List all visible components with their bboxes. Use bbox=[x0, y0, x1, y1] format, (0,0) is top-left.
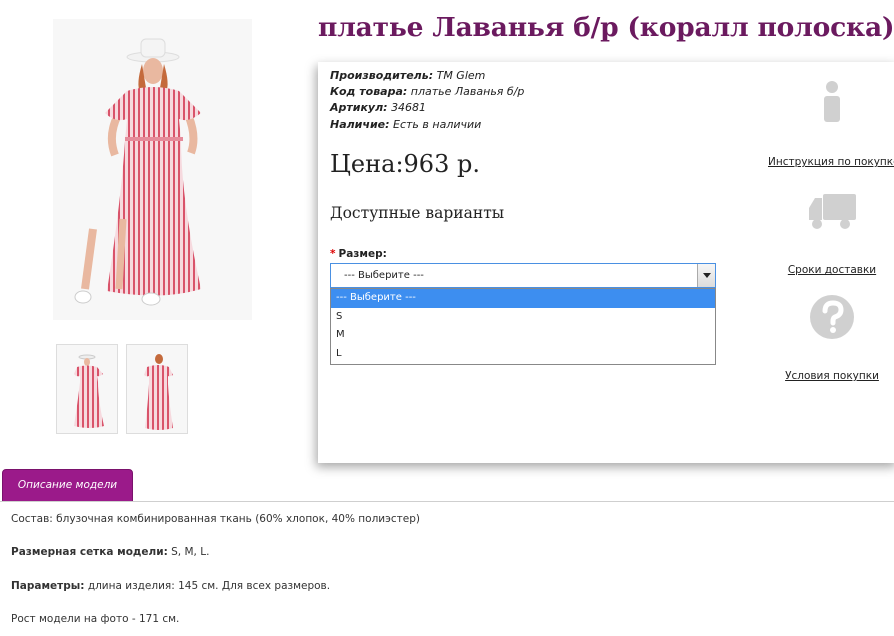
delivery-block: Сроки доставки bbox=[770, 192, 894, 277]
product-title: платье Лаванья б/р (коралл полоска) bbox=[318, 12, 894, 43]
instructions-block: Инструкция по покупке bbox=[768, 80, 894, 169]
terms-link[interactable]: Условия покупки bbox=[785, 370, 879, 382]
spec-article: Артикул: 34681 bbox=[330, 101, 427, 115]
size-option-l[interactable]: L bbox=[331, 345, 715, 364]
product-specs: Производитель: TM Glem Код товара: плать… bbox=[330, 68, 524, 133]
desc-params: Параметры: длина изделия: 145 см. Для вс… bbox=[11, 580, 331, 592]
size-option-s[interactable]: S bbox=[331, 308, 715, 327]
required-mark: * bbox=[330, 248, 336, 260]
spec-manufacturer: Производитель: TM Glem bbox=[330, 69, 486, 82]
spec-product-code: Код товара: платье Лаванья б/р bbox=[330, 85, 525, 99]
tab-divider bbox=[0, 501, 894, 502]
chevron-down-icon[interactable] bbox=[697, 264, 715, 287]
desc-size-grid: Размерная сетка модели: S, M, L. bbox=[11, 546, 210, 558]
delivery-link[interactable]: Сроки доставки bbox=[788, 264, 876, 276]
question-icon bbox=[810, 295, 854, 339]
product-thumbnail-2[interactable] bbox=[126, 344, 188, 434]
size-option-m[interactable]: M bbox=[331, 326, 715, 345]
product-main-photo[interactable] bbox=[53, 19, 252, 320]
instructions-link[interactable]: Инструкция по покупке bbox=[768, 156, 894, 168]
size-label: * Размер: bbox=[330, 248, 387, 260]
size-select[interactable]: --- Выберите --- bbox=[330, 263, 716, 288]
size-option-placeholder[interactable]: --- Выберите --- bbox=[331, 289, 715, 308]
product-info-panel: Производитель: TM Glem Код товара: плать… bbox=[318, 62, 894, 463]
tab-description[interactable]: Описание модели bbox=[2, 469, 133, 502]
product-thumbnail-1[interactable] bbox=[56, 344, 118, 434]
spec-availability: Наличие: Есть в наличии bbox=[330, 117, 482, 131]
size-select-value: --- Выберите --- bbox=[344, 270, 424, 281]
info-icon bbox=[824, 81, 840, 122]
desc-composition: Состав: блузочная комбинированная ткань … bbox=[11, 513, 420, 525]
variants-heading: Доступные варианты bbox=[330, 204, 505, 222]
truck-icon bbox=[809, 194, 856, 229]
product-price: Цена:963 р. bbox=[330, 150, 480, 178]
size-options-list: --- Выберите --- S M L bbox=[330, 288, 716, 365]
terms-block: Условия покупки bbox=[770, 294, 894, 383]
desc-model-height: Рост модели на фото - 171 см. bbox=[11, 613, 180, 625]
